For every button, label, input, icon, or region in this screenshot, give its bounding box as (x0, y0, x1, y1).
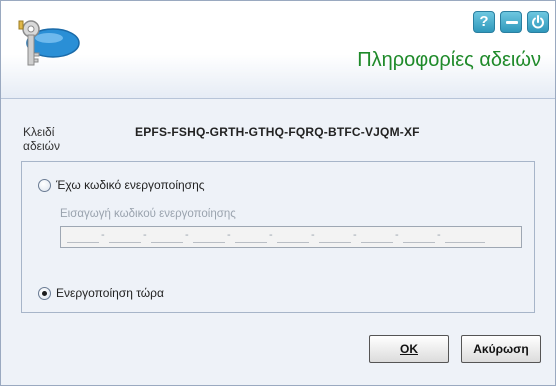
license-key-label: Κλειδί αδειών (23, 125, 61, 153)
radio-selected-dot (42, 291, 47, 296)
code-separator: - (185, 229, 189, 241)
code-separator: - (311, 229, 315, 241)
activation-options-group: Έχω κωδικό ενεργοποίησης Εισαγωγή κωδικο… (21, 161, 535, 313)
code-segment[interactable] (67, 232, 99, 243)
code-separator: - (227, 229, 231, 241)
license-key-value: EPFS-FSHQ-GRTH-GTHQ-FQRQ-BTFC-VJQM-XF (135, 125, 420, 139)
code-segment[interactable] (277, 232, 309, 243)
license-window: ? Πληροφορίες αδειών Κλειδί αδειών EPFS-… (0, 0, 556, 386)
code-separator: - (143, 229, 147, 241)
code-segment[interactable] (235, 232, 267, 243)
dialog-title: Πληροφορίες αδειών (357, 49, 541, 71)
power-button[interactable] (527, 11, 549, 33)
code-separator: - (353, 229, 357, 241)
have-code-label[interactable]: Έχω κωδικό ενεργοποίησης (56, 178, 205, 192)
code-segment[interactable] (193, 232, 225, 243)
code-segment[interactable] (109, 232, 141, 243)
have-code-radio[interactable] (38, 179, 51, 192)
activation-code-label: Εισαγωγή κωδικού ενεργοποίησης (60, 208, 236, 220)
power-icon (532, 15, 544, 29)
code-segment[interactable] (445, 232, 485, 243)
help-button[interactable]: ? (473, 11, 495, 33)
code-separator: - (437, 229, 441, 241)
code-separator: - (395, 229, 399, 241)
minimize-icon (506, 21, 518, 24)
minimize-button[interactable] (500, 11, 522, 33)
code-segment[interactable] (361, 232, 393, 243)
cancel-button[interactable]: Ακύρωση (461, 335, 541, 363)
code-separator: - (269, 229, 273, 241)
code-segment[interactable] (403, 232, 435, 243)
activate-now-radio[interactable] (38, 287, 51, 300)
keys-logo-icon (13, 15, 83, 75)
ok-button[interactable]: OK (369, 335, 449, 363)
header: ? Πληροφορίες αδειών (1, 1, 555, 99)
activation-code-input[interactable]: - - - - - - - - - (60, 226, 522, 248)
code-separator: - (101, 229, 105, 241)
help-icon: ? (479, 13, 489, 30)
code-segment[interactable] (151, 232, 183, 243)
activate-now-label[interactable]: Ενεργοποίηση τώρα (56, 286, 164, 300)
code-segment[interactable] (319, 232, 351, 243)
